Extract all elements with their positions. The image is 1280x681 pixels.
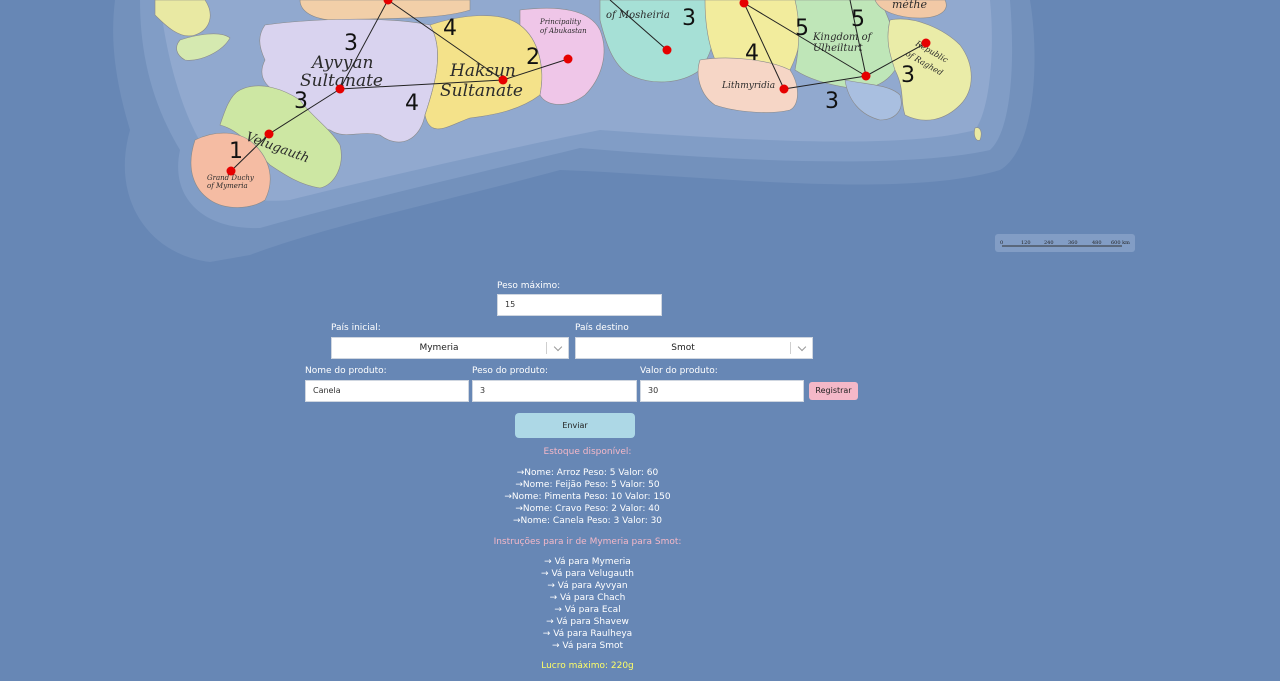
edge-weight: 3 bbox=[682, 6, 696, 31]
label-abukastan-2: of Abukastan bbox=[540, 27, 587, 35]
route-step: → Vá para Velugauth bbox=[541, 569, 634, 579]
route-step: → Vá para Raulheya bbox=[542, 629, 633, 639]
label-lithmyridia: Lithmyridia bbox=[721, 81, 775, 91]
route-step: → Vá para Smot bbox=[551, 641, 624, 651]
stock-item: →Nome: Canela Peso: 3 Valor: 30 bbox=[512, 516, 663, 526]
route-steps-list: → Vá para Mymeria → Vá para Velugauth → … bbox=[440, 556, 735, 652]
edge-weight: 4 bbox=[443, 16, 457, 41]
product-name-input[interactable]: Canela bbox=[305, 380, 469, 402]
scale-tick-label: 120 bbox=[1021, 240, 1031, 246]
product-value-input[interactable]: 30 bbox=[640, 380, 804, 402]
label-mosheiria: of Mosheiria bbox=[606, 10, 670, 21]
route-node bbox=[335, 84, 345, 94]
label-ayvyan-1: Ayvyan bbox=[310, 53, 373, 73]
stock-item: →Nome: Feijão Peso: 5 Valor: 50 bbox=[515, 480, 660, 490]
start-country-select[interactable]: Mymeria bbox=[331, 337, 569, 359]
route-step: → Vá para Mymeria bbox=[544, 557, 631, 567]
scale-tick-label: 0 bbox=[1000, 240, 1003, 246]
start-country-value: Mymeria bbox=[419, 343, 459, 353]
edge-weight: 3 bbox=[825, 89, 839, 114]
label-smethe: mèthe bbox=[892, 0, 927, 11]
dest-country-select[interactable]: Smot bbox=[575, 337, 813, 359]
edge-weight: 5 bbox=[795, 16, 809, 41]
chevron-down-icon bbox=[553, 342, 563, 352]
product-name-label: Nome do produto: bbox=[305, 366, 387, 376]
scale-tick-label: 600 km bbox=[1111, 240, 1130, 246]
stock-list: →Nome: Arroz Peso: 5 Valor: 60 →Nome: Fe… bbox=[440, 467, 735, 527]
route-step: → Vá para Ayvyan bbox=[547, 581, 628, 591]
edge-weight: 3 bbox=[294, 89, 308, 114]
route-node bbox=[779, 84, 789, 94]
chevron-down-icon bbox=[797, 342, 807, 352]
map-svg: Ayvyan Sultanate Haksun Sultanate Veluga… bbox=[113, 0, 1135, 262]
edge-weight: 2 bbox=[526, 45, 540, 70]
edge-weight: 5 bbox=[851, 7, 865, 32]
route-step: → Vá para Ecal bbox=[554, 605, 621, 615]
route-node bbox=[498, 75, 508, 85]
send-button[interactable]: Enviar bbox=[515, 413, 635, 438]
label-haksun-2: Sultanate bbox=[440, 81, 523, 101]
world-map: Ayvyan Sultanate Haksun Sultanate Veluga… bbox=[0, 0, 1280, 262]
product-weight-input[interactable]: 3 bbox=[472, 380, 637, 402]
route-step: → Vá para Shavew bbox=[546, 617, 629, 627]
scale-tick-label: 360 bbox=[1068, 240, 1078, 246]
scale-tick-label: 480 bbox=[1092, 240, 1102, 246]
stock-item: →Nome: Cravo Peso: 2 Valor: 40 bbox=[515, 504, 660, 514]
max-weight-label: Peso máximo: bbox=[497, 281, 561, 291]
scale-tick-label: 240 bbox=[1044, 240, 1054, 246]
stock-title: Estoque disponível: bbox=[543, 447, 632, 457]
label-mymeria-2: of Mymeria bbox=[207, 182, 248, 190]
route-node bbox=[264, 129, 274, 139]
route-node bbox=[921, 38, 931, 48]
max-profit-text: Lucro máximo: 220g bbox=[541, 661, 634, 671]
label-ulheilturt-1: Kingdom of bbox=[812, 32, 874, 43]
edge-weight: 1 bbox=[229, 139, 243, 164]
stock-item: →Nome: Arroz Peso: 5 Valor: 60 bbox=[516, 468, 659, 478]
route-node bbox=[662, 45, 672, 55]
scale-bar: 0 120 240 360 480 600 km bbox=[995, 234, 1135, 252]
select-separator bbox=[790, 342, 791, 354]
stock-item: →Nome: Pimenta Peso: 10 Valor: 150 bbox=[504, 492, 671, 502]
edge-weight: 4 bbox=[405, 91, 419, 116]
edge-weight: 4 bbox=[745, 41, 759, 66]
route-node bbox=[226, 166, 236, 176]
route-title: Instruções para ir de Mymeria para Smot: bbox=[493, 537, 682, 547]
max-weight-input[interactable]: 15 bbox=[497, 294, 662, 316]
dest-country-label: País destino bbox=[575, 323, 629, 333]
register-button[interactable]: Registrar bbox=[809, 382, 858, 400]
route-node bbox=[563, 54, 573, 64]
product-value-label: Valor do produto: bbox=[640, 366, 718, 376]
select-separator bbox=[546, 342, 547, 354]
island-east bbox=[974, 127, 982, 141]
label-abukastan-1: Principality bbox=[539, 18, 582, 26]
edge-weight: 3 bbox=[901, 63, 915, 88]
edge-weight: 3 bbox=[344, 31, 358, 56]
route-step: → Vá para Chach bbox=[549, 593, 626, 603]
route-node bbox=[861, 71, 871, 81]
dest-country-value: Smot bbox=[671, 343, 695, 353]
start-country-label: País inicial: bbox=[331, 323, 381, 333]
product-weight-label: Peso do produto: bbox=[472, 366, 548, 376]
